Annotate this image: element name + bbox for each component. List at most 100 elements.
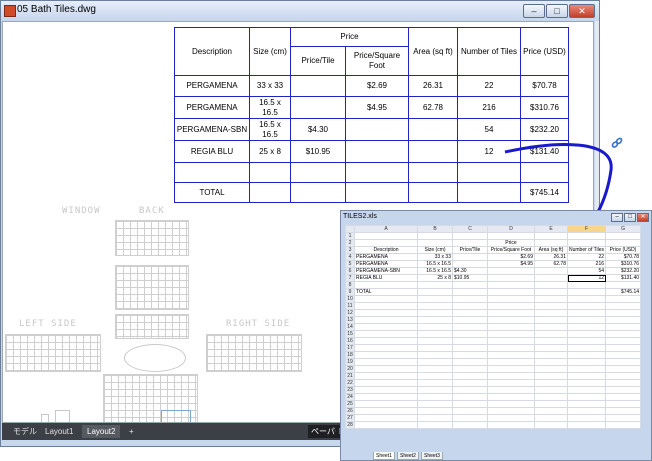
sheet-cell[interactable] [487, 281, 535, 289]
sheet-cell[interactable] [534, 309, 568, 317]
sheet-tab[interactable]: Sheet3 [421, 452, 443, 460]
sheet-cell[interactable] [354, 302, 418, 310]
sheet-cell[interactable] [487, 309, 535, 317]
sheet-cell[interactable] [487, 372, 535, 380]
sheet-cell[interactable] [452, 400, 488, 408]
sheet-cell[interactable] [354, 351, 418, 359]
sheet-cell[interactable] [452, 309, 488, 317]
sheet-cell[interactable] [452, 372, 488, 380]
sheet-cell[interactable] [417, 407, 453, 415]
sheet-cell[interactable] [605, 407, 642, 415]
sheet-cell[interactable] [354, 323, 418, 331]
sheet-cell[interactable] [417, 414, 453, 422]
sheet-cell[interactable]: $310.76 [605, 260, 642, 268]
row-header[interactable]: 24 [345, 393, 355, 401]
sheet-cell[interactable] [566, 302, 607, 310]
sheet-cell[interactable]: PERGAMENA [354, 260, 418, 268]
row-header[interactable]: 22 [345, 379, 355, 387]
sheet-cell[interactable]: 216 [566, 260, 607, 268]
sheet-cell[interactable]: $745.14 [605, 288, 642, 296]
row-header[interactable]: 17 [345, 344, 355, 352]
sheet-cell[interactable] [487, 295, 535, 303]
sheet-cell[interactable] [487, 344, 535, 352]
sheet-cell[interactable] [452, 302, 488, 310]
sheet-cell[interactable] [487, 393, 535, 401]
sheet-cell[interactable] [452, 393, 488, 401]
sheet-cell[interactable] [605, 421, 642, 429]
sheet-cell[interactable] [417, 323, 453, 331]
row-header[interactable]: 16 [345, 337, 355, 345]
sheet-cell[interactable]: 25 x 8 [417, 274, 453, 282]
sheet-cell[interactable] [566, 281, 607, 289]
row-header[interactable]: 14 [345, 323, 355, 331]
column-header[interactable]: F [566, 225, 607, 233]
sheet-cell[interactable]: 33 x 33 [417, 253, 453, 261]
sheet-cell[interactable]: Price/Square Foot [487, 246, 535, 254]
sheet-cell[interactable] [487, 323, 535, 331]
sheet-cell[interactable] [534, 421, 568, 429]
sheet-cell[interactable]: $4.95 [487, 260, 535, 268]
row-header[interactable]: 26 [345, 407, 355, 415]
sheet-cell[interactable]: 26.31 [534, 253, 568, 261]
row-header[interactable]: 7 [345, 274, 355, 282]
sheet-cell[interactable] [534, 295, 568, 303]
sheet-cell[interactable] [566, 421, 607, 429]
sheet-cell[interactable] [417, 239, 453, 247]
sheet-cell[interactable] [417, 302, 453, 310]
sheet-cell[interactable] [417, 288, 453, 296]
column-header[interactable]: E [534, 225, 568, 233]
row-header[interactable]: 13 [345, 316, 355, 324]
sheet-cell[interactable] [487, 232, 535, 240]
sheet-cell[interactable]: Area (sq ft) [534, 246, 568, 254]
sheet-cell[interactable] [417, 351, 453, 359]
row-header[interactable]: 18 [345, 351, 355, 359]
sheet-cell[interactable] [417, 330, 453, 338]
sheet-cell[interactable] [534, 400, 568, 408]
column-header[interactable]: D [487, 225, 535, 233]
excel-minimize-button[interactable]: – [611, 213, 623, 222]
sheet-cell[interactable] [487, 358, 535, 366]
sheet-cell[interactable] [566, 330, 607, 338]
sheet-cell[interactable] [354, 330, 418, 338]
sheet-cell[interactable] [566, 372, 607, 380]
sheet-cell[interactable] [452, 358, 488, 366]
sheet-cell[interactable] [605, 302, 642, 310]
sheet-cell[interactable] [566, 386, 607, 394]
sheet-cell[interactable] [487, 386, 535, 394]
sheet-cell[interactable] [487, 365, 535, 373]
sheet-cell[interactable] [566, 295, 607, 303]
sheet-tab[interactable]: Sheet1 [373, 452, 395, 460]
sheet-cell[interactable]: $4.30 [452, 267, 488, 275]
sheet-cell[interactable] [452, 323, 488, 331]
sheet-cell[interactable] [605, 281, 642, 289]
column-header[interactable]: G [605, 225, 642, 233]
sheet-cell[interactable]: 16.5 x 16.5 [417, 260, 453, 268]
sheet-cell[interactable] [354, 365, 418, 373]
sheet-cell[interactable] [534, 365, 568, 373]
sheet-cell[interactable] [417, 379, 453, 387]
sheet-cell[interactable] [534, 407, 568, 415]
sheet-cell[interactable] [354, 239, 418, 247]
sheet-cell[interactable] [354, 393, 418, 401]
sheet-cell[interactable]: 54 [566, 267, 607, 275]
sheet-cell[interactable] [566, 400, 607, 408]
sheet-cell[interactable] [354, 400, 418, 408]
sheet-cell[interactable] [487, 267, 535, 275]
row-header[interactable]: 9 [345, 288, 355, 296]
sheet-cell[interactable] [417, 309, 453, 317]
sheet-cell[interactable] [534, 372, 568, 380]
sheet-cell[interactable] [417, 344, 453, 352]
sheet-cell[interactable]: 16.5 x 16.5 [417, 267, 453, 275]
sheet-cell[interactable] [566, 393, 607, 401]
sheet-cell[interactable]: Description [354, 246, 418, 254]
sheet-cell[interactable] [452, 407, 488, 415]
sheet-cell[interactable] [354, 414, 418, 422]
sheet-cell[interactable] [605, 344, 642, 352]
sheet-cell[interactable] [605, 379, 642, 387]
sheet-cell[interactable] [417, 337, 453, 345]
sheet-cell[interactable] [566, 365, 607, 373]
sheet-cell[interactable] [605, 400, 642, 408]
sheet-cell[interactable] [452, 414, 488, 422]
sheet-cell[interactable] [452, 316, 488, 324]
sheet-cell[interactable] [534, 393, 568, 401]
